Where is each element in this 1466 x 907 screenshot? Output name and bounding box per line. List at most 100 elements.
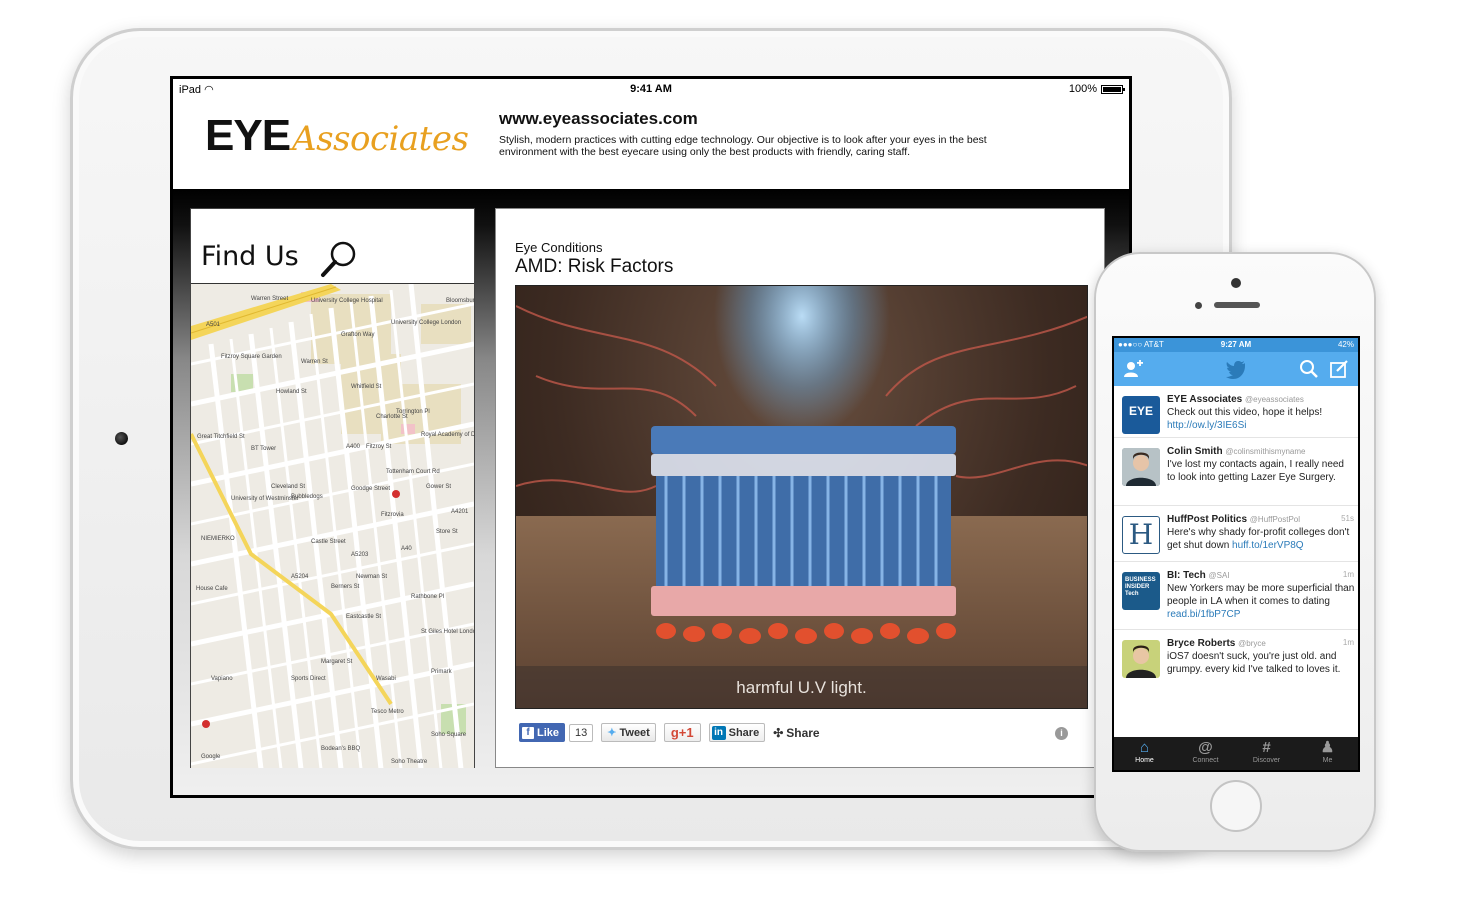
add-user-icon[interactable]	[1122, 358, 1144, 380]
map-street-label: Tesco Metro	[371, 709, 404, 715]
tweet-link[interactable]: read.bi/1fbP7CP	[1167, 609, 1240, 620]
map-street-label: Bloomsbury	[446, 298, 474, 304]
tweet-handle: @HuffPostPol	[1249, 515, 1301, 524]
street-map[interactable]: Warren Street University College Hospital…	[191, 283, 474, 768]
tweet-author: Colin Smith	[1167, 446, 1223, 457]
person-avatar-image	[1122, 640, 1160, 678]
site-description: Stylish, modern practices with cutting e…	[499, 134, 987, 158]
article-category[interactable]: Eye Conditions	[515, 240, 602, 255]
tweet-text: New Yorkers may be more superficial than…	[1167, 583, 1355, 607]
map-street-label: University College London	[391, 320, 462, 326]
map-street-label: BT Tower	[251, 446, 277, 452]
ipad-status-bar: iPad ◠ 9:41 AM 100%	[173, 79, 1129, 99]
tweet-item[interactable]: H HuffPost Politics @HuffPostPol Here's …	[1114, 506, 1358, 562]
battery-icon	[1101, 84, 1125, 94]
map-street-label: Wasabi	[376, 676, 396, 682]
tweet-handle: @eyeassociates	[1245, 395, 1304, 404]
tweet-text: Check out this video, hope it helps!	[1167, 407, 1323, 418]
facebook-like-button[interactable]: f Like	[519, 723, 566, 742]
tweet-item[interactable]: EYE EYE Associates @eyeassociates Check …	[1114, 386, 1358, 438]
home-button[interactable]	[1210, 780, 1262, 832]
tweet-author: BI: Tech	[1167, 570, 1206, 581]
map-street-label: A5204	[291, 574, 309, 580]
at-sign-icon: @	[1198, 739, 1213, 756]
iphone-status-bar: ●●●○○ AT&T 9:27 AM 42%	[1114, 338, 1358, 352]
tweet-feed: EYE EYE Associates @eyeassociates Check …	[1114, 386, 1358, 736]
map-street-label: Tottenham Court Rd	[386, 469, 440, 475]
tweet-time: 1m	[1342, 570, 1354, 579]
iphone-sensor	[1195, 302, 1202, 309]
device-mockup: iPad ◠ 9:41 AM 100% EYE Associates www.e…	[0, 0, 1466, 907]
ipad-screen: iPad ◠ 9:41 AM 100% EYE Associates www.e…	[170, 76, 1132, 798]
person-avatar-image	[1122, 448, 1160, 486]
tab-discover[interactable]: # Discover	[1236, 737, 1297, 770]
map-street-label: Fitzroy St	[366, 444, 392, 450]
map-street-label: Primark	[431, 669, 452, 675]
video-player[interactable]: harmful U.V light.	[515, 285, 1088, 709]
tweet-link[interactable]: http://ow.ly/3IE6Si	[1167, 420, 1247, 431]
map-street-label: Soho Theatre	[391, 759, 428, 765]
tab-home[interactable]: ⌂ Home	[1114, 737, 1175, 770]
map-street-label: Berners St	[331, 584, 360, 590]
linkedin-share-button[interactable]: in Share	[708, 723, 766, 742]
tweet-author: EYE Associates	[1167, 394, 1243, 405]
avatar: H	[1122, 516, 1160, 554]
site-url[interactable]: www.eyeassociates.com	[499, 109, 698, 129]
map-street-label: A400	[346, 444, 361, 450]
hashtag-icon: #	[1262, 739, 1271, 756]
map-street-label: Castle Street	[311, 539, 346, 545]
iphone-speaker	[1214, 302, 1260, 308]
map-street-label: Bodean's BBQ	[321, 746, 361, 752]
share-button[interactable]: ✣ Share	[773, 723, 819, 742]
map-street-label: Google	[201, 754, 221, 760]
map-street-label: House Cafe	[196, 586, 228, 592]
find-us-panel: Find Us Warren Street University College…	[190, 208, 475, 768]
tab-connect[interactable]: @ Connect	[1175, 737, 1236, 770]
linkedin-icon: in	[711, 725, 726, 740]
map-street-label: Eastcastle St	[346, 614, 382, 620]
google-plus-button[interactable]: g+1	[663, 723, 701, 742]
tweet-author: HuffPost Politics	[1167, 514, 1248, 525]
search-icon[interactable]	[1298, 358, 1320, 380]
map-street-label: Fitzrovia	[381, 512, 404, 518]
avatar	[1122, 640, 1160, 678]
twitter-tab-bar: ⌂ Home @ Connect # Discover ♟ Me	[1114, 737, 1358, 770]
avatar	[1122, 448, 1160, 486]
tweet-item[interactable]: BUSINESS INSIDER Tech BI: Tech @SAI New …	[1114, 562, 1358, 630]
site-header: EYE Associates www.eyeassociates.com Sty…	[173, 99, 1129, 189]
map-street-label: Soho Square	[431, 732, 467, 738]
map-street-label: Royal Academy of Dramatic Art	[421, 432, 474, 438]
map-street-label: Whitfield St	[351, 384, 382, 390]
tweet-handle: @bryce	[1238, 639, 1266, 648]
tweet-item[interactable]: Bryce Roberts @bryce iOS7 doesn't suck, …	[1114, 630, 1358, 694]
map-street-label: Vapiano	[211, 676, 233, 682]
tweet-button[interactable]: ✦ Tweet	[601, 723, 656, 742]
twitter-nav-bar	[1114, 352, 1358, 386]
map-street-label: A40	[401, 546, 412, 552]
map-street-label: Newman St	[356, 574, 388, 580]
tweet-handle: @colinsmithismyname	[1225, 447, 1306, 456]
tab-me[interactable]: ♟ Me	[1297, 737, 1358, 770]
avatar: BUSINESS INSIDER Tech	[1122, 572, 1160, 610]
like-count: 13	[569, 723, 594, 742]
tweet-item[interactable]: Colin Smith @colinsmithismyname I've los…	[1114, 438, 1358, 506]
map-street-label: Warren Street	[251, 296, 289, 302]
map-street-label: Goodge Street	[351, 486, 391, 492]
article-panel: Eye Conditions AMD: Risk Factors harmful…	[495, 208, 1105, 768]
iphone-time: 9:27 AM	[1220, 340, 1252, 349]
share-bar: f Like 13 ✦ Tweet g+1 in Share ✣ Share	[519, 723, 820, 742]
map-street-label: Rathbone Pl	[411, 594, 445, 600]
tweet-link[interactable]: huff.to/1erVP8Q	[1232, 540, 1304, 551]
search-icon[interactable]	[319, 239, 359, 279]
compose-icon[interactable]	[1328, 358, 1350, 380]
eye-associates-logo[interactable]: EYE Associates	[205, 111, 469, 161]
iphone-frame: ●●●○○ AT&T 9:27 AM 42% EYE EYE Associate…	[1094, 252, 1376, 852]
status-time: 9:41 AM	[630, 83, 672, 95]
map-street-label: Gower St	[426, 484, 452, 490]
map-street-label: University of Westminster	[231, 496, 299, 502]
info-icon[interactable]: i	[1055, 727, 1068, 740]
map-street-label: University College Hospital	[311, 298, 383, 304]
map-street-label: NIEMIERKO	[201, 536, 235, 542]
map-street-label: Torrington Pl	[396, 409, 430, 415]
tweet-text: I've lost my contacts again, I really ne…	[1167, 459, 1344, 483]
